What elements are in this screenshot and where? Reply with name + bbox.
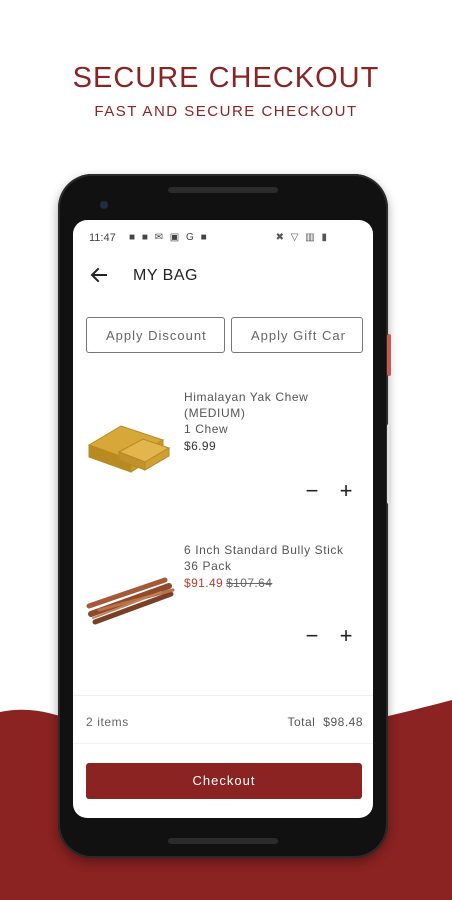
arrow-left-icon[interactable] [89,265,109,285]
item-variant: 36 Pack [184,559,232,573]
status-notification-icons: ■ ■ ✉ ▣ G ■ [129,232,209,243]
status-time: 11:47 [89,232,116,244]
yak-chew-image [87,425,171,473]
promo-title: SECURE CHECKOUT [72,62,380,94]
increase-quantity-button[interactable]: + [336,625,356,647]
app-screen: 11:47 ■ ■ ✉ ▣ G ■ ✖ ▽ ▥ ▮ MY BAG Apply D… [73,220,373,818]
apply-gift-card-button[interactable]: Apply Gift Car [231,317,363,353]
volume-button [387,424,391,504]
phone-speaker-bottom [168,838,278,844]
page-title: MY BAG [133,267,198,284]
camera-icon [100,201,108,209]
item-size: (MEDIUM) [184,406,246,420]
phone-speaker-top [168,187,278,193]
promo-subtitle: FAST AND SECURE CHECKOUT [94,103,358,120]
total-label: Total [287,715,316,729]
item-name: Himalayan Yak Chew [184,390,309,404]
divider [73,695,373,696]
apply-discount-button[interactable]: Apply Discount [86,317,225,353]
decrease-quantity-button[interactable]: − [302,625,322,647]
checkout-button[interactable]: Checkout [86,763,362,799]
order-total: Total $98.48 [287,715,363,729]
sale-price: $91.49 [184,576,224,590]
status-system-icons: ✖ ▽ ▥ ▮ [275,232,329,243]
bully-stick-image [86,577,175,625]
item-price-row: $91.49 $107.64 [184,576,272,590]
item-price: $6.99 [184,439,217,453]
decrease-quantity-button[interactable]: − [302,480,322,502]
items-count: 2 items [86,715,129,729]
divider [73,743,373,744]
total-value: $98.48 [323,715,363,729]
item-name: 6 Inch Standard Bully Stick [184,543,344,557]
item-variant: 1 Chew [184,422,229,436]
original-price: $107.64 [226,576,273,590]
increase-quantity-button[interactable]: + [336,480,356,502]
power-button [387,334,391,376]
